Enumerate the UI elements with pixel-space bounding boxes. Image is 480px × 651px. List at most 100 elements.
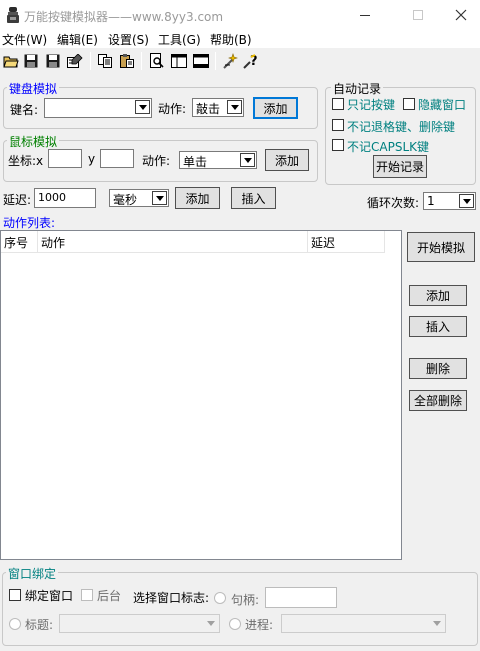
open-folder-icon xyxy=(3,56,19,68)
copy-icon xyxy=(98,54,112,68)
dropdown-arrow-icon xyxy=(459,194,474,208)
list-delete-button[interactable]: 删除 xyxy=(409,358,467,379)
process-label: 进程: xyxy=(245,618,274,632)
maximize-icon xyxy=(413,10,423,20)
dropdown-arrow-icon xyxy=(227,100,242,114)
handle-radio xyxy=(214,592,226,604)
menu-help[interactable]: 帮助(B) xyxy=(210,31,252,48)
paste-icon xyxy=(120,54,134,68)
mouse-group-legend: 鼠标模拟 xyxy=(7,133,60,150)
keyboard-group-legend: 键盘模拟 xyxy=(7,80,60,97)
magnifier-icon xyxy=(150,53,164,68)
process-dropdown xyxy=(281,614,446,633)
menu-edit[interactable]: 编辑(E) xyxy=(57,31,98,48)
help-icon: ? xyxy=(243,54,258,69)
key-name-dropdown[interactable] xyxy=(44,98,152,118)
only-keys-checkbox[interactable] xyxy=(332,98,344,110)
tool-button[interactable] xyxy=(222,52,240,70)
copy-button[interactable] xyxy=(96,52,114,70)
loop-count-dropdown[interactable]: 1 xyxy=(423,192,476,210)
hide-window-label[interactable]: 隐藏窗口 xyxy=(418,96,466,113)
no-capslock-label[interactable]: 不记CAPSLK键 xyxy=(347,138,429,155)
delay-insert-button[interactable]: 插入 xyxy=(231,187,276,209)
background-label: 后台 xyxy=(97,589,122,603)
list-insert-button[interactable]: 插入 xyxy=(409,316,467,337)
key-name-label: 键名: xyxy=(10,103,39,117)
background-checkbox xyxy=(81,589,93,601)
title-label: 标题: xyxy=(25,618,54,632)
title-radio xyxy=(9,618,21,630)
key-action-value: 敲击 xyxy=(196,102,221,116)
no-capslock-checkbox[interactable] xyxy=(332,139,344,151)
action-list-title: 动作列表: xyxy=(3,216,56,230)
column-header-action[interactable]: 动作 xyxy=(38,231,308,253)
toolbar-separator xyxy=(90,52,91,70)
dropdown-arrow-icon xyxy=(135,100,150,114)
process-radio xyxy=(229,618,241,630)
loop-count-label: 循环次数: xyxy=(367,196,420,210)
no-backspace-label[interactable]: 不记退格键、删除键 xyxy=(347,118,455,135)
select-flag-label: 选择窗口标志: xyxy=(133,591,210,605)
save-as-icon xyxy=(46,54,60,68)
column-header-delay[interactable]: 延迟 xyxy=(308,231,385,253)
window-bind-legend: 窗口绑定 xyxy=(6,565,59,582)
start-simulation-button[interactable]: 开始模拟 xyxy=(407,232,475,262)
menu-tools[interactable]: 工具(G) xyxy=(158,31,201,48)
window-icon xyxy=(193,54,209,68)
columns-view-button[interactable] xyxy=(170,52,188,70)
mouse-action-dropdown[interactable]: 单击 xyxy=(179,151,257,169)
toolbar-separator xyxy=(215,52,216,70)
minimize-button[interactable] xyxy=(342,0,388,30)
paste-button[interactable] xyxy=(118,52,136,70)
coord-x-input[interactable] xyxy=(48,149,82,168)
preview-button[interactable] xyxy=(148,52,166,70)
dropdown-arrow-icon xyxy=(203,616,218,630)
key-action-label: 动作: xyxy=(158,102,187,116)
loop-count-value: 1 xyxy=(427,194,435,208)
coord-y-input[interactable] xyxy=(100,149,134,168)
window-title: 万能按键模拟器——www.8yy3.com xyxy=(24,10,224,24)
properties-icon xyxy=(67,54,83,68)
key-add-button[interactable]: 添加 xyxy=(253,97,298,119)
key-action-dropdown[interactable]: 敲击 xyxy=(192,98,244,117)
bind-window-label[interactable]: 绑定窗口 xyxy=(25,587,73,604)
coord-x-label: 坐标:x xyxy=(8,154,44,168)
list-delete-all-button[interactable]: 全部删除 xyxy=(409,390,467,411)
delay-add-button[interactable]: 添加 xyxy=(175,187,220,209)
save-as-button[interactable] xyxy=(44,52,62,70)
save-button[interactable] xyxy=(22,52,40,70)
toolbar-separator xyxy=(141,52,142,70)
window-bind-group xyxy=(2,572,478,646)
action-list[interactable]: 序号 动作 延迟 xyxy=(0,230,402,560)
mouse-add-button[interactable]: 添加 xyxy=(265,149,309,171)
app-icon xyxy=(6,7,20,23)
autorecord-group-legend: 自动记录 xyxy=(331,80,384,97)
mouse-action-value: 单击 xyxy=(183,155,208,169)
coord-y-label: y xyxy=(88,152,96,166)
delay-input[interactable]: 1000 xyxy=(34,188,96,208)
properties-button[interactable] xyxy=(66,52,84,70)
bind-window-checkbox[interactable] xyxy=(9,589,21,601)
close-button[interactable] xyxy=(438,0,480,30)
list-add-button[interactable]: 添加 xyxy=(409,285,467,306)
hide-window-checkbox[interactable] xyxy=(403,98,415,110)
maximize-button xyxy=(395,0,441,30)
help-button[interactable]: ? xyxy=(242,52,260,70)
delay-label: 延迟: xyxy=(3,193,32,207)
delay-unit-dropdown[interactable]: 毫秒 xyxy=(109,189,169,207)
column-header-index[interactable]: 序号 xyxy=(1,231,38,253)
no-backspace-checkbox[interactable] xyxy=(332,119,344,131)
menu-file[interactable]: 文件(W) xyxy=(2,31,47,48)
dropdown-arrow-icon xyxy=(429,616,444,630)
minimize-icon xyxy=(360,14,370,16)
handle-input xyxy=(265,587,337,608)
window-view-button[interactable] xyxy=(192,52,210,70)
save-icon xyxy=(24,54,38,68)
columns-icon xyxy=(171,54,187,68)
start-record-button[interactable]: 开始记录 xyxy=(373,155,427,178)
only-keys-label[interactable]: 只记按键 xyxy=(347,96,395,113)
open-folder-button[interactable] xyxy=(2,52,20,70)
menu-settings[interactable]: 设置(S) xyxy=(108,31,149,48)
delay-unit-value: 毫秒 xyxy=(113,193,138,207)
handle-label: 句柄: xyxy=(231,593,260,607)
